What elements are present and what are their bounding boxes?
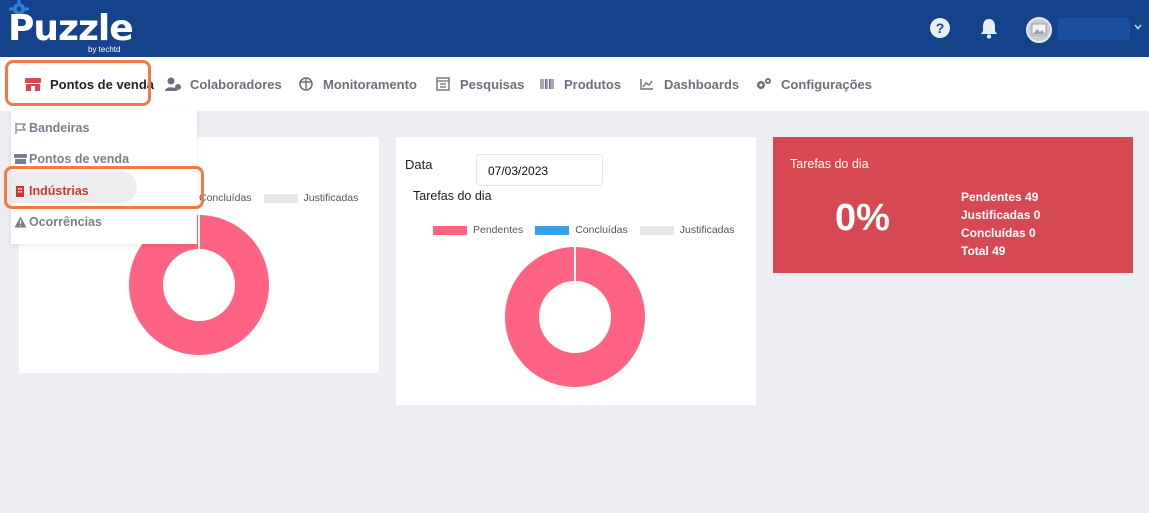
stat-concluidas: Concluídas 0	[961, 226, 1036, 240]
warning-icon	[13, 215, 27, 229]
nav-item-label: Pesquisas	[460, 76, 525, 92]
legend-swatch-justificadas	[639, 225, 674, 235]
nav-item-label: Configurações	[781, 76, 873, 92]
username-redacted[interactable]	[1058, 18, 1130, 40]
legend-swatch-concluidas	[535, 225, 570, 235]
logo-subtitle: by techtd	[88, 45, 121, 54]
users-icon	[164, 76, 182, 92]
submenu-item-label: Pontos de venda	[29, 152, 130, 166]
donut-chart-2	[504, 247, 645, 387]
help-icon[interactable]: ?	[930, 18, 950, 38]
nav-item-dashboards[interactable]: Dashboards	[638, 57, 739, 111]
app-logo[interactable]: Puzzle by techtd	[6, 0, 136, 56]
stat-justificadas: Justificadas 0	[961, 208, 1041, 222]
bell-icon[interactable]	[978, 16, 1000, 40]
summary-percent: 0%	[835, 197, 890, 239]
legend-pendentes: Pendentes	[473, 224, 524, 236]
nav-item-label: Produtos	[564, 76, 622, 92]
legend-justificadas: Justificadas	[679, 224, 735, 236]
nav-item-monitoramento[interactable]: Monitoramento	[297, 57, 417, 111]
flag-icon	[13, 121, 27, 135]
image-placeholder-icon	[1031, 23, 1047, 36]
barcode-icon	[538, 76, 556, 92]
stat-pendentes: Pendentes 49	[961, 190, 1039, 204]
legend-justificadas: Justificadas	[303, 192, 359, 204]
chevron-down-icon[interactable]	[1133, 22, 1143, 32]
date-input[interactable]: 07/03/2023	[476, 154, 603, 186]
nav-item-label: Colaboradores	[190, 76, 282, 92]
user-avatar[interactable]	[1026, 17, 1052, 43]
date-label: Data	[405, 157, 433, 172]
chart2-title: Tarefas do dia	[413, 189, 492, 203]
gears-icon	[755, 76, 773, 92]
submenu-item-label: Ocorrências	[29, 215, 102, 229]
chart2-legend: Pendentes Concluídas Justificadas	[433, 224, 747, 236]
nav-item-label: Dashboards	[664, 76, 740, 92]
summary-title: Tarefas do dia	[790, 157, 869, 171]
chart1-legend: Concluídas Justificadas	[199, 192, 370, 204]
nav-active-highlight	[5, 60, 151, 106]
top-bar: Puzzle by techtd ?	[0, 0, 1149, 57]
legend-swatch-justificadas	[263, 193, 298, 203]
legend-swatch-pendentes	[433, 225, 467, 235]
survey-icon	[434, 76, 452, 92]
nav-item-pesquisas[interactable]: Pesquisas	[434, 57, 524, 111]
card-tarefas-resumo: Tarefas do dia 0% Pendentes 49 Justifica…	[773, 137, 1133, 273]
logo-text: Puzzle	[8, 8, 134, 49]
submenu-item-bandeiras[interactable]: Bandeiras	[11, 114, 197, 142]
nav-item-produtos[interactable]: Produtos	[538, 57, 621, 111]
legend-concluidas: Concluídas	[199, 192, 252, 204]
stat-total: Total 49	[961, 244, 1006, 258]
submenu-item-ocorrencias[interactable]: Ocorrências	[11, 208, 197, 236]
chart-icon	[638, 76, 656, 92]
summary-stats: Pendentes 49 Justificadas 0 Concluídas 0…	[961, 188, 1040, 260]
submenu-selected-highlight	[4, 166, 204, 209]
nav-item-label: Monitoramento	[323, 76, 417, 92]
nav-item-colaboradores[interactable]: Colaboradores	[164, 57, 282, 111]
globe-icon	[297, 76, 315, 92]
main-nav: Pontos de venda Colaboradores Monitorame…	[0, 57, 1149, 111]
store-icon	[13, 152, 27, 166]
card-tarefas-2: Data 07/03/2023 Tarefas do dia Pendentes…	[396, 137, 756, 405]
legend-concluidas: Concluídas	[575, 224, 628, 236]
nav-item-configuracoes[interactable]: Configurações	[755, 57, 872, 111]
submenu-item-label: Bandeiras	[29, 121, 90, 135]
